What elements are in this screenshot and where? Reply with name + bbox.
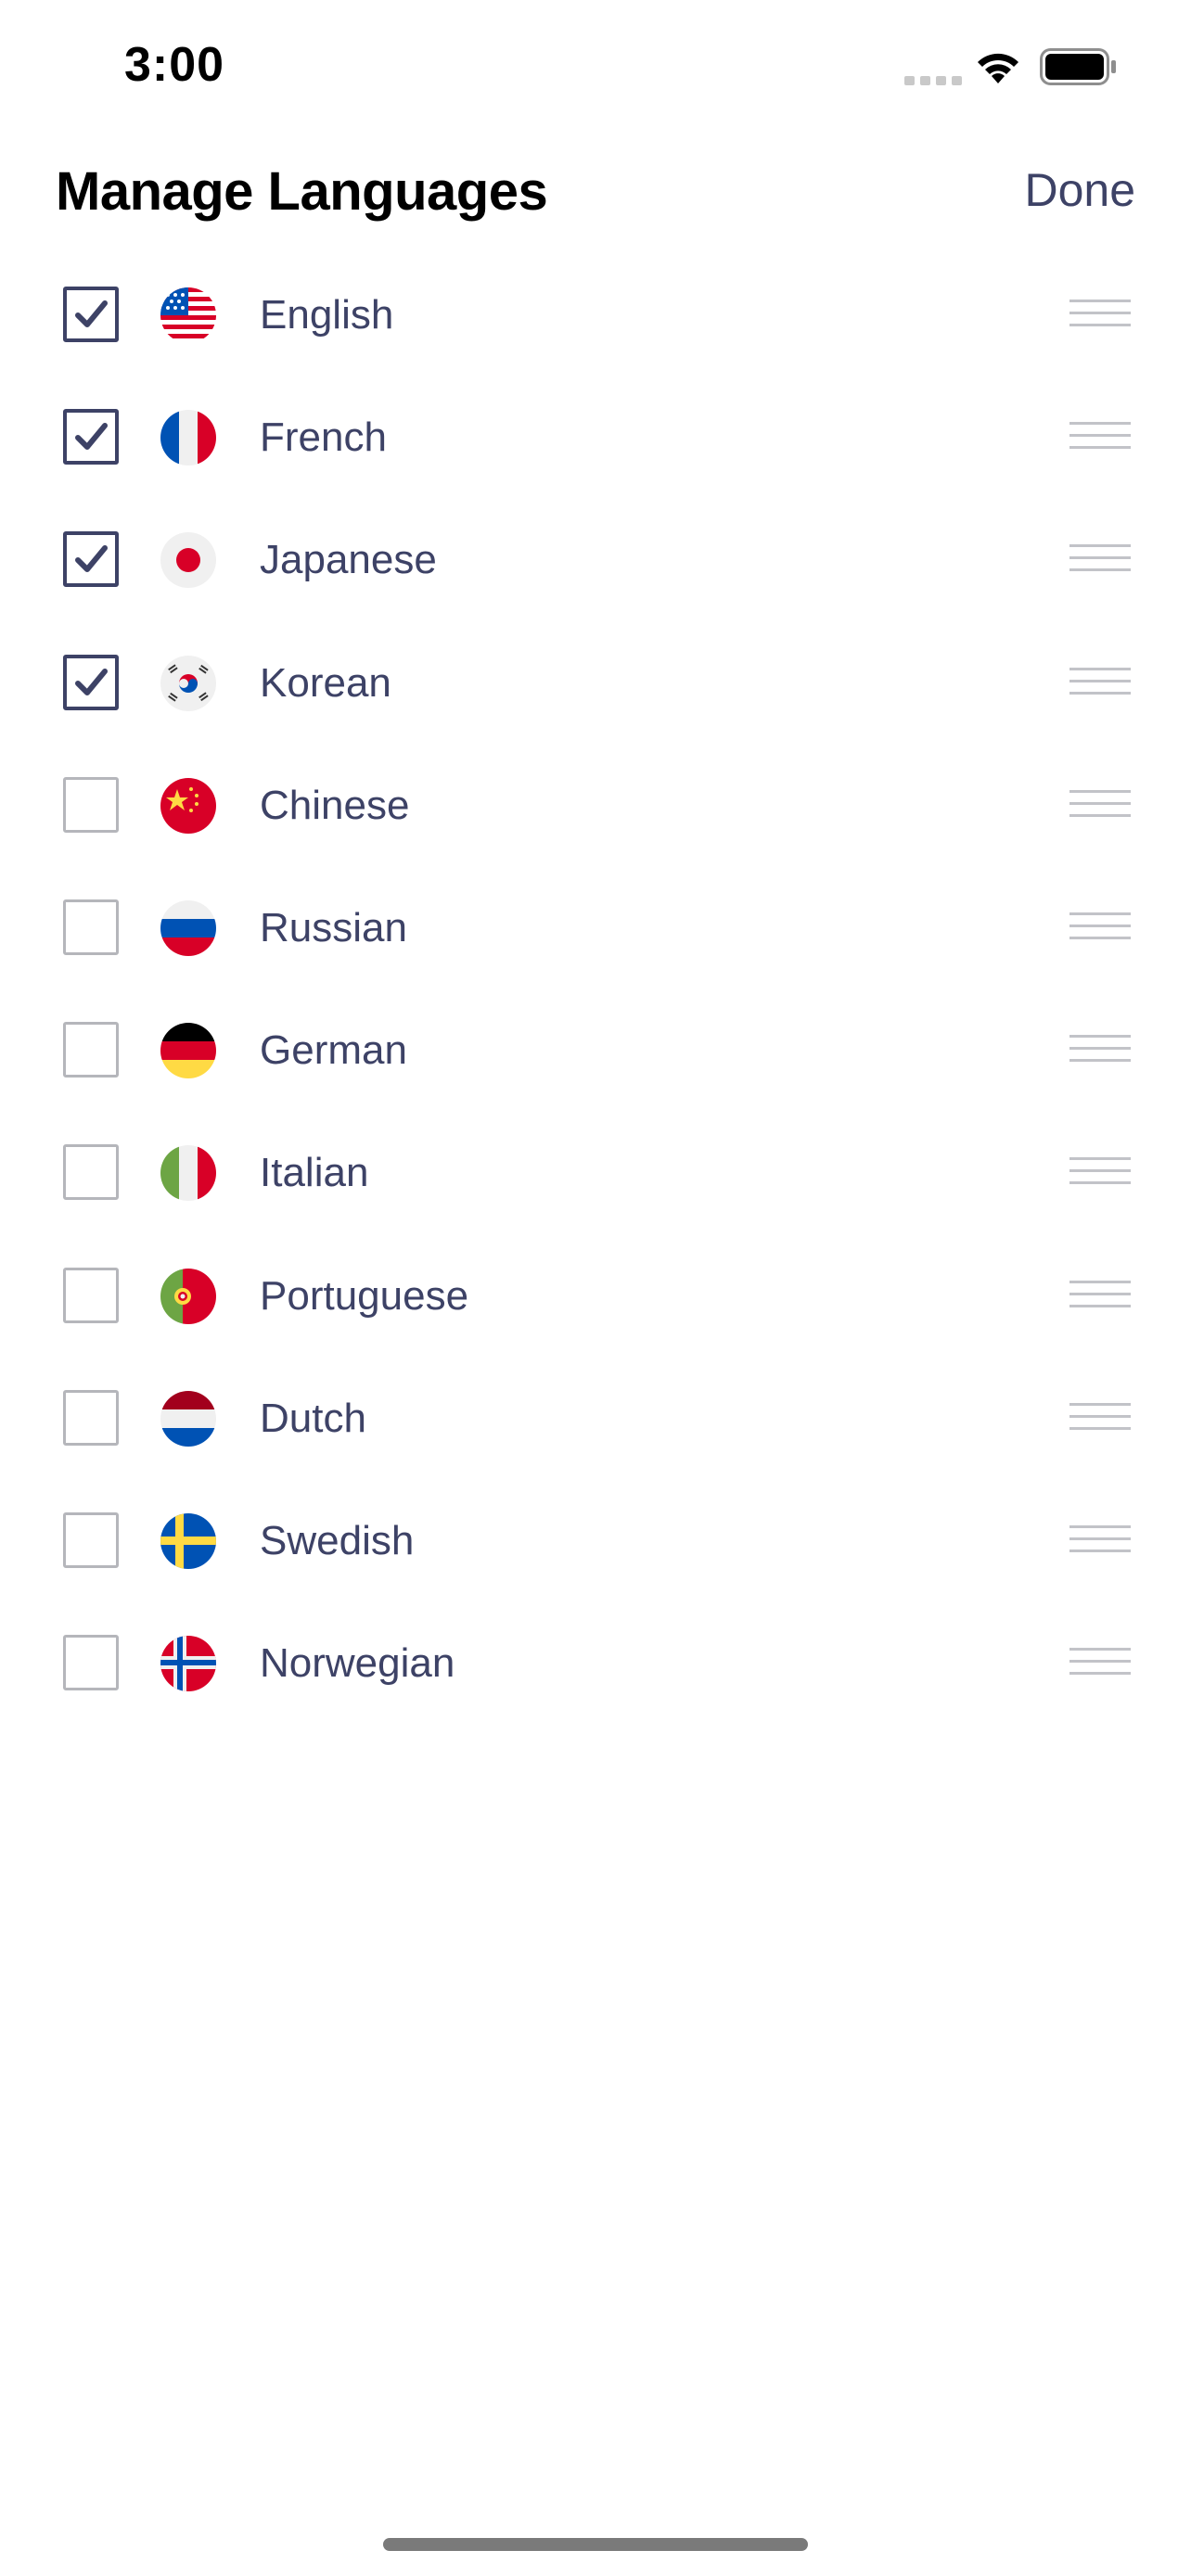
- checkmark-icon: [75, 300, 108, 327]
- language-row[interactable]: English: [0, 254, 1191, 376]
- language-row[interactable]: German: [0, 989, 1191, 1112]
- japan-flag-icon: [160, 532, 216, 589]
- language-row[interactable]: Norwegian: [0, 1602, 1191, 1725]
- language-name: Norwegian: [260, 1640, 455, 1687]
- language-name: Russian: [260, 904, 407, 950]
- checkbox-checked[interactable]: [63, 531, 119, 588]
- language-name: English: [260, 292, 394, 338]
- checkbox-unchecked[interactable]: [63, 776, 119, 833]
- checkbox-unchecked[interactable]: [63, 1267, 119, 1323]
- checkbox-unchecked[interactable]: [63, 1635, 119, 1691]
- us-flag-icon: [160, 287, 216, 343]
- language-row[interactable]: French: [0, 376, 1191, 499]
- drag-handle-icon[interactable]: [1069, 1401, 1131, 1433]
- language-row[interactable]: Russian: [0, 867, 1191, 989]
- checkbox-unchecked[interactable]: [63, 1144, 119, 1201]
- language-name: German: [260, 1027, 407, 1074]
- language-row[interactable]: Chinese: [0, 745, 1191, 867]
- language-name: Korean: [260, 659, 391, 706]
- drag-handle-icon[interactable]: [1069, 1524, 1131, 1555]
- france-flag-icon: [160, 410, 216, 466]
- language-name: French: [260, 414, 387, 461]
- language-name: Swedish: [260, 1517, 415, 1563]
- page-title: Manage Languages: [56, 161, 548, 222]
- language-list: English French Japanese Korean Chinese Russia…: [0, 254, 1191, 1725]
- checkbox-unchecked[interactable]: [63, 899, 119, 955]
- italy-flag-icon: [160, 1145, 216, 1202]
- language-row[interactable]: Italian: [0, 1112, 1191, 1234]
- drag-handle-icon[interactable]: [1069, 666, 1131, 697]
- language-row[interactable]: Portuguese: [0, 1235, 1191, 1358]
- wifi-icon: [978, 53, 1018, 83]
- drag-handle-icon[interactable]: [1069, 298, 1131, 329]
- drag-handle-icon[interactable]: [1069, 1033, 1131, 1065]
- checkmark-icon: [75, 423, 108, 451]
- checkbox-checked[interactable]: [63, 654, 119, 710]
- language-name: Dutch: [260, 1395, 366, 1441]
- checkbox-unchecked[interactable]: [63, 1022, 119, 1078]
- done-button[interactable]: Done: [1024, 163, 1135, 217]
- checkmark-icon: [75, 668, 108, 695]
- language-name: Italian: [260, 1150, 369, 1196]
- portugal-flag-icon: [160, 1268, 216, 1324]
- signal-icon: [904, 76, 962, 85]
- drag-handle-icon[interactable]: [1069, 788, 1131, 820]
- language-row[interactable]: Japanese: [0, 499, 1191, 621]
- home-indicator[interactable]: [383, 2538, 808, 2551]
- checkbox-checked[interactable]: [63, 409, 119, 465]
- drag-handle-icon[interactable]: [1069, 1646, 1131, 1677]
- language-name: Portuguese: [260, 1272, 469, 1319]
- checkbox-unchecked[interactable]: [63, 1511, 119, 1568]
- china-flag-icon: [160, 777, 216, 834]
- language-name: Japanese: [260, 537, 437, 583]
- language-row[interactable]: Swedish: [0, 1480, 1191, 1602]
- drag-handle-icon[interactable]: [1069, 542, 1131, 574]
- status-bar: 3:00: [0, 0, 1191, 139]
- battery-icon: [1040, 48, 1116, 85]
- checkbox-unchecked[interactable]: [63, 1389, 119, 1446]
- drag-handle-icon[interactable]: [1069, 1279, 1131, 1310]
- sweden-flag-icon: [160, 1512, 216, 1569]
- drag-handle-icon[interactable]: [1069, 1155, 1131, 1187]
- russia-flag-icon: [160, 899, 216, 956]
- norway-flag-icon: [160, 1636, 216, 1692]
- checkmark-icon: [75, 545, 108, 573]
- drag-handle-icon[interactable]: [1069, 911, 1131, 942]
- drag-handle-icon[interactable]: [1069, 420, 1131, 452]
- language-row[interactable]: Dutch: [0, 1358, 1191, 1480]
- germany-flag-icon: [160, 1023, 216, 1079]
- language-name: Chinese: [260, 782, 410, 828]
- korea-flag-icon: [160, 655, 216, 711]
- status-time: 3:00: [124, 38, 225, 92]
- netherlands-flag-icon: [160, 1390, 216, 1447]
- language-row[interactable]: Korean: [0, 622, 1191, 745]
- checkbox-checked[interactable]: [63, 287, 119, 342]
